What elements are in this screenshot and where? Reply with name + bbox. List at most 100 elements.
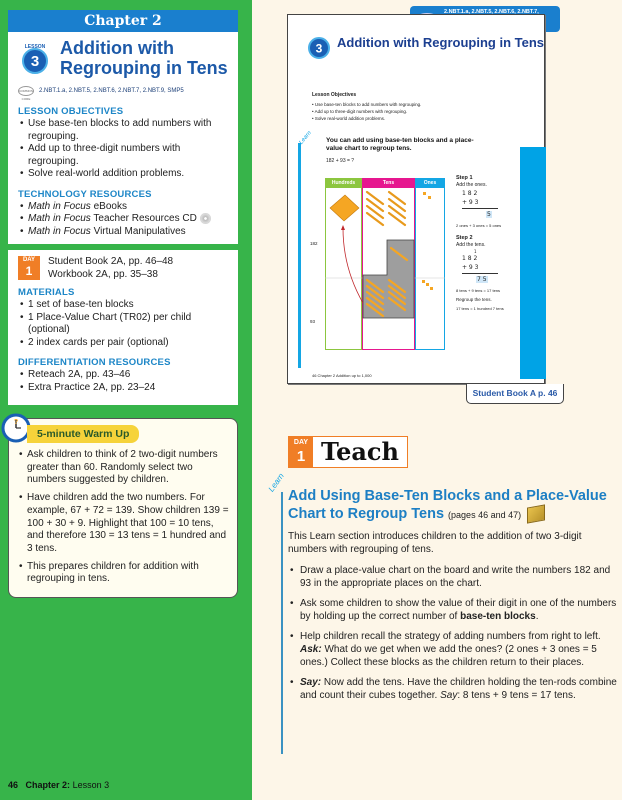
lesson-label: LESSON [25,44,46,50]
warmup-title: 5-minute Warm Up [27,425,140,443]
materials-heading: MATERIALS [18,287,75,299]
learn-tag: Learn [266,471,286,494]
learn-bracket [281,492,283,754]
warmup-card: ? 5-minute Warm Up Ask children to think… [1,413,238,598]
chapter-header: Chapter 2 [8,10,238,32]
step1-calculation: 1 8 2 + 9 3 5 [456,189,536,219]
learn-heading: Add Using Base-Ten Blocks and a Place-Va… [288,487,618,524]
warmup-item: Ask children to think of 2 two-digit num… [19,449,231,487]
objectives-heading: LESSON OBJECTIVES [18,106,124,117]
assignment-line: Student Book 2A, pp. 46–48 [48,256,174,268]
row-label: 93 [310,319,316,324]
teacher-sidebar-column: Chapter 2 3 LESSON Addition with Regroup… [0,0,252,800]
row-label: 182 [310,241,318,246]
step1-text: Add the ones. [456,182,487,188]
objectives-list: Use base-ten blocks to add numbers with … [8,117,238,181]
warmup-item: This prepares children for addition with… [19,561,231,586]
learn-step: Draw a place-value chart on the board an… [288,564,618,590]
objective-item: Use base-ten blocks to add numbers with … [20,118,228,143]
technology-list: Math in Focus eBooks Math in Focus Teach… [8,200,238,239]
learn-step: Say: Now add the tens. Have the children… [288,676,618,702]
step2-note: 17 tens = 1 hundred 7 tens [456,306,504,311]
day-assignment: DAY 1 Student Book 2A, pp. 46–48 Workboo… [8,254,238,283]
learn-intro: This Learn section introduces children t… [288,531,582,555]
step2-heading: Step 2 [456,235,473,241]
step1-note: 2 ones + 3 ones = 5 ones [456,223,502,228]
differentiation-item: Reteach 2A, pp. 43–46 [20,369,228,382]
objective-item: Add up to three-digit numbers with regro… [312,108,421,115]
teach-header: DAY 1 Teach [288,436,408,468]
learn-heading: You can add using base-ten blocks and a … [326,137,474,152]
day-badge: DAY 1 [289,437,313,467]
learn-step: Ask some children to show the value of t… [288,597,618,623]
warmup-item: Have children add the two numbers. For e… [19,492,231,556]
day-label: DAY [293,439,309,446]
differentiation-item: Extra Practice 2A, pp. 23–24 [20,382,228,395]
step2-text: Add the tens. [456,242,486,248]
footer-chapter: Chapter 2: [25,780,71,790]
learn-body: This Learn section introduces children t… [288,530,618,709]
student-book-title: Addition with Regrouping in Tens [337,35,545,50]
student-book-page: 3 Addition with Regrouping in Tens Lesso… [287,14,546,384]
differentiation-list: Reteach 2A, pp. 43–46 Extra Practice 2A,… [8,368,238,394]
base-ten-blocks-icon [527,504,546,524]
step2-calculation: 1 1 8 2 + 9 3 7 5 [456,249,536,284]
tech-item-label: Virtual Manipulatives [90,225,186,237]
student-objectives-heading: Lesson Objectives [312,92,357,98]
assignment-line: Workbook 2A, pp. 35–38 [48,268,158,280]
step1-heading: Step 1 [456,175,473,181]
tech-item-label: eBooks [90,200,127,212]
tech-item-brand: Math in Focus [28,213,91,225]
objective-item: Use base-ten blocks to add numbers with … [312,101,422,108]
page-footer: 46 Chapter 2: Lesson 3 [8,780,109,790]
material-item: 1 Place-Value Chart (TR02) per child (op… [20,312,228,337]
lesson-number: 3 [31,53,39,70]
standards-line: COMMON CORE 2.NBT.1.a, 2.NBT.5, 2.NBT.6,… [8,84,238,101]
equation: 182 + 93 = ? [326,158,355,164]
day-assignments-text: Student Book 2A, pp. 46–48 Workbook 2A, … [48,256,173,281]
step2-note: 8 tens + 9 tens = 17 tens [456,288,501,293]
standards-text: 2.NBT.1.a, 2.NBT.5, 2.NBT.6, 2.NBT.7, 2.… [39,88,184,94]
technology-heading: TECHNOLOGY RESOURCES [18,188,152,200]
objective-item: Add up to three-digit numbers with regro… [20,143,228,168]
lesson-header: 3 LESSON Addition with Regrouping in Ten… [8,32,238,84]
student-book-reference-tag[interactable]: Student Book A p. 46 [466,384,564,404]
lesson-number: 3 [316,42,323,56]
tech-item[interactable]: Math in Focus Virtual Manipulatives [20,226,228,239]
day-number: 1 [25,264,33,279]
day-badge: DAY 1 [18,256,40,281]
tech-item-brand: Math in Focus [28,200,91,212]
material-item: 1 set of base-ten blocks [20,299,228,312]
cd-icon [199,213,211,224]
common-core-logo-icon: COMMON CORE [18,86,34,101]
section-divider [8,244,238,251]
base-ten-blocks-illustration [325,190,445,319]
student-objectives-list: Use base-ten blocks to add numbers with … [312,101,422,122]
objective-item: Solve real-world addition problems. [20,168,228,181]
material-item: 2 index cards per pair (optional) [20,337,228,350]
teach-title: Teach [321,437,399,466]
student-book-footer: 46 Chapter 2 Addition up to 1,000 [312,373,372,378]
differentiation-heading: DIFFERENTIATION RESOURCES [18,357,171,369]
objective-item: Solve real-world addition problems. [312,115,421,122]
svg-text:?: ? [14,419,18,426]
step2-note: Regroup the tens. [456,297,492,302]
ten-rods-top [365,190,407,227]
hundreds-flat [329,194,360,222]
footer-lesson: Lesson 3 [72,780,110,790]
page-number: 46 [8,780,19,790]
materials-list: 1 set of base-ten blocks 1 Place-Value C… [8,298,238,349]
tech-item[interactable]: Math in Focus Teacher Resources CD [20,213,228,226]
tech-item[interactable]: Math in Focus eBooks [20,201,228,214]
lesson-number-badge-icon: 3 [308,37,330,59]
lesson-number-badge-icon: 3 LESSON [22,44,48,74]
place-value-chart: Hundreds Tens Ones [325,178,447,350]
lesson-overview-card: Chapter 2 3 LESSON Addition with Regroup… [8,10,238,405]
day-number: 1 [296,448,306,465]
learn-steps-list: Draw a place-value chart on the board an… [288,564,618,702]
learn-tag: Learn [298,130,313,146]
page-reference: (pages 46 and 47) [448,510,522,520]
tech-item-label: Teacher Resources CD [90,213,197,225]
learn-step: Help children recall the strategy of add… [288,630,618,669]
regroup-arrow [342,227,364,304]
